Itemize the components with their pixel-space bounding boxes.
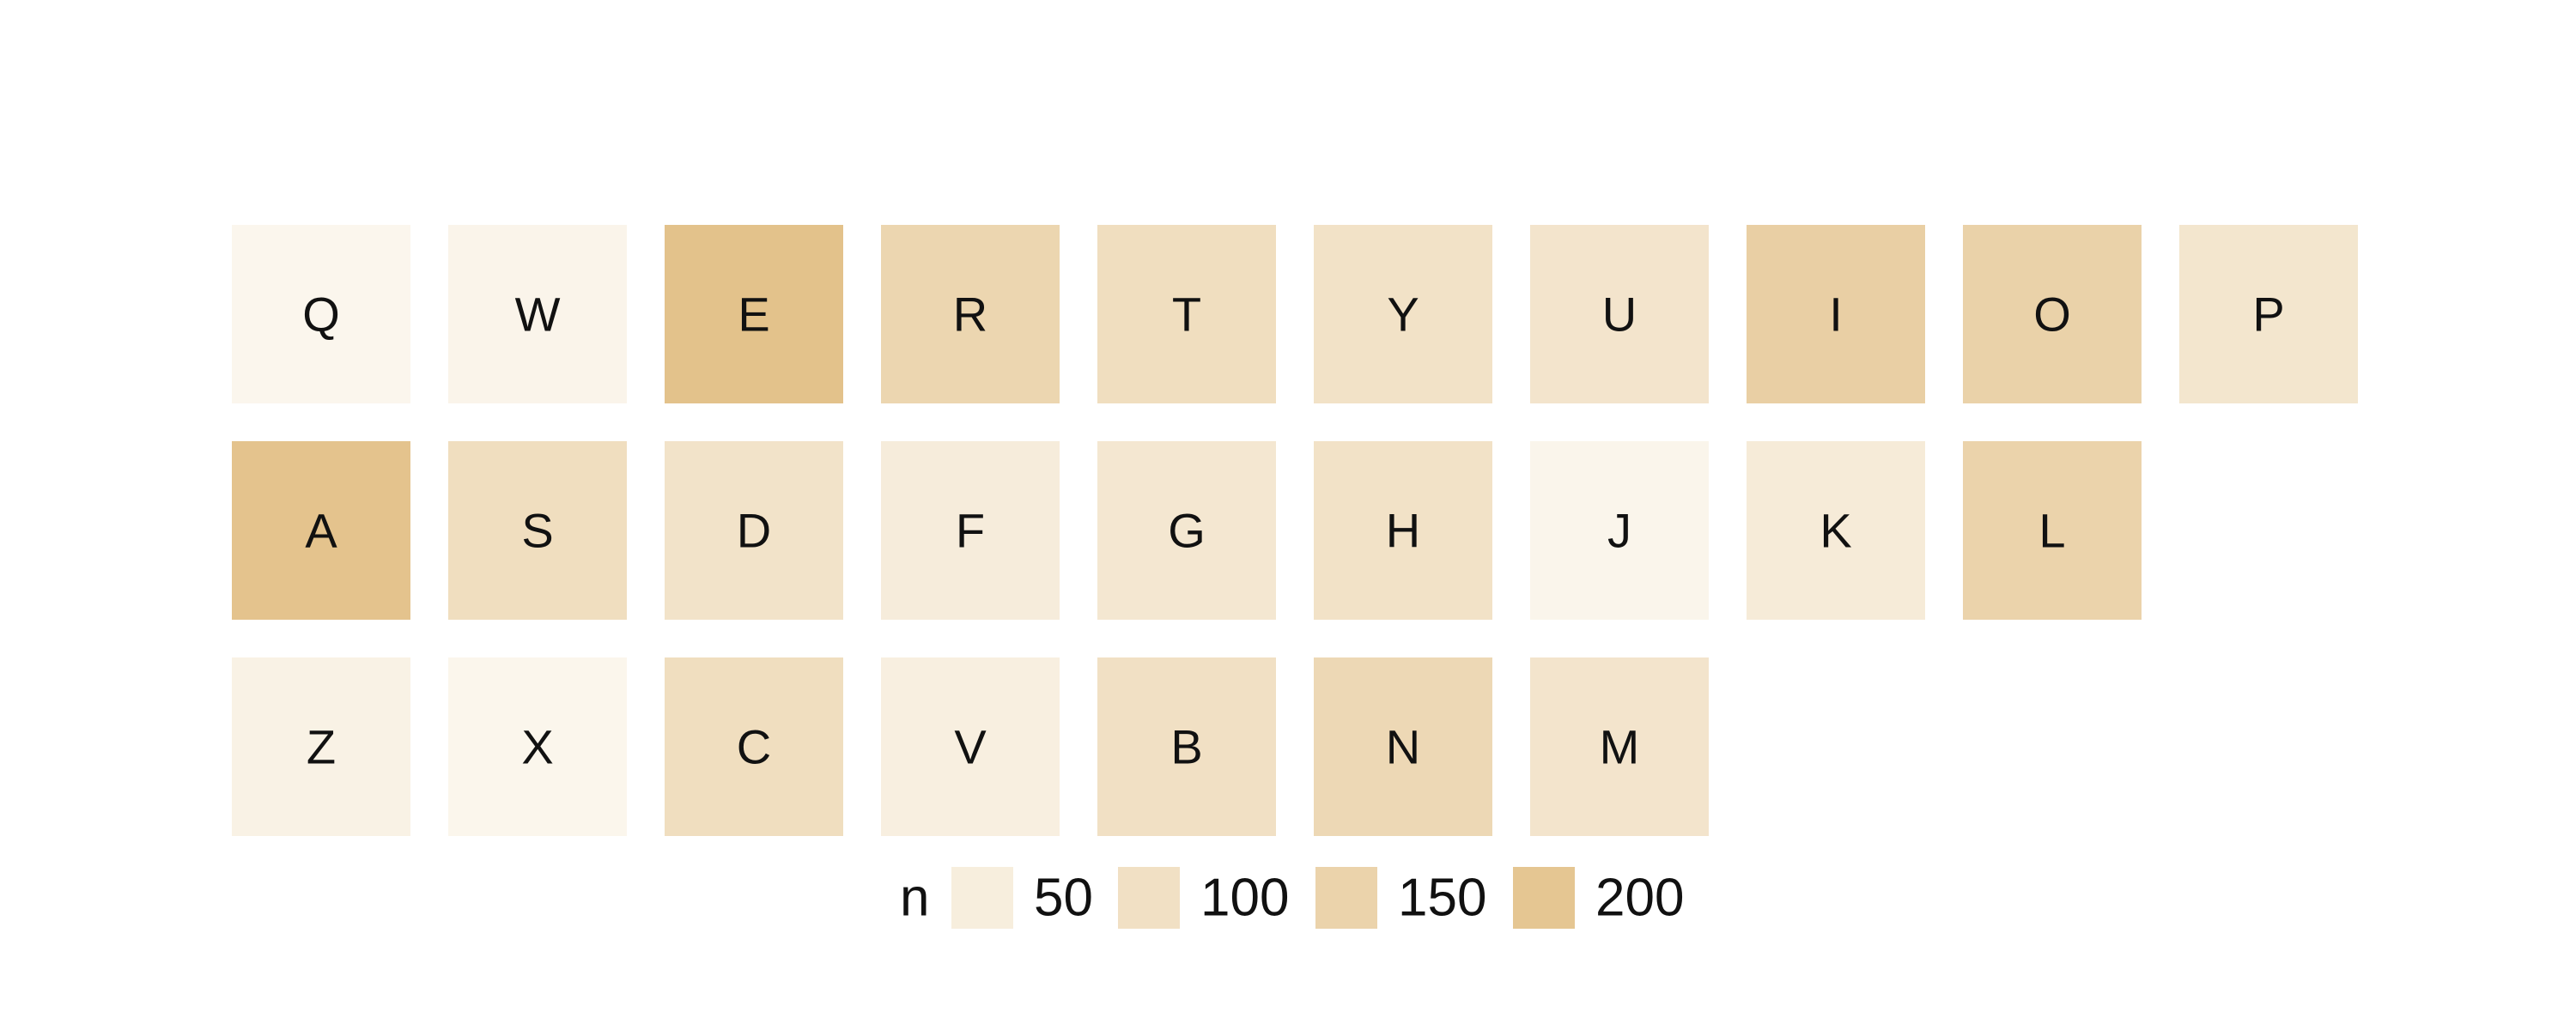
legend: n 50 100 150 200 xyxy=(900,867,1684,929)
key-label-d: D xyxy=(737,504,771,558)
legend-swatch-150 xyxy=(1315,867,1377,929)
key-label-k: K xyxy=(1820,504,1851,558)
key-label-v: V xyxy=(954,720,987,774)
key-label-j: J xyxy=(1607,504,1631,558)
key-label-i: I xyxy=(1829,288,1843,342)
legend-label-50: 50 xyxy=(1034,869,1093,928)
legend-swatch-50 xyxy=(951,867,1013,929)
key-label-f: F xyxy=(956,504,985,558)
key-label-l: L xyxy=(2038,504,2065,558)
legend-label-150: 150 xyxy=(1398,869,1486,928)
key-label-e: E xyxy=(738,288,769,342)
legend-swatch-100 xyxy=(1118,867,1180,929)
key-label-p: P xyxy=(2252,288,2284,342)
key-label-r: R xyxy=(953,288,987,342)
key-label-c: C xyxy=(737,720,771,774)
key-label-t: T xyxy=(1172,288,1201,342)
key-label-h: H xyxy=(1386,504,1420,558)
key-label-w: W xyxy=(515,288,561,342)
key-tiles: Q W E R T Y U I O P A S D F G H J K L Z X C V B N M xyxy=(232,225,2358,836)
key-label-z: Z xyxy=(307,720,336,774)
key-label-n: N xyxy=(1386,720,1420,774)
key-label-o: O xyxy=(2033,288,2071,342)
legend-title: n xyxy=(900,869,929,928)
key-label-b: B xyxy=(1170,720,1202,774)
legend-label-200: 200 xyxy=(1595,869,1684,928)
key-label-a: A xyxy=(305,504,337,558)
key-label-y: Y xyxy=(1387,288,1419,342)
key-label-m: M xyxy=(1600,720,1640,774)
key-label-g: G xyxy=(1168,504,1206,558)
legend-swatch-200 xyxy=(1513,867,1575,929)
legend-entries: 50 100 150 200 xyxy=(951,867,1684,929)
legend-label-100: 100 xyxy=(1200,869,1289,928)
key-label-x: X xyxy=(521,720,553,774)
key-label-s: S xyxy=(521,504,553,558)
key-label-q: Q xyxy=(302,288,340,342)
key-label-u: U xyxy=(1602,288,1637,342)
keyboard-heatmap-chart: Q W E R T Y U I O P A S D F G H J K L Z X C V B N M n 50 100 150 200 xyxy=(232,225,2358,929)
